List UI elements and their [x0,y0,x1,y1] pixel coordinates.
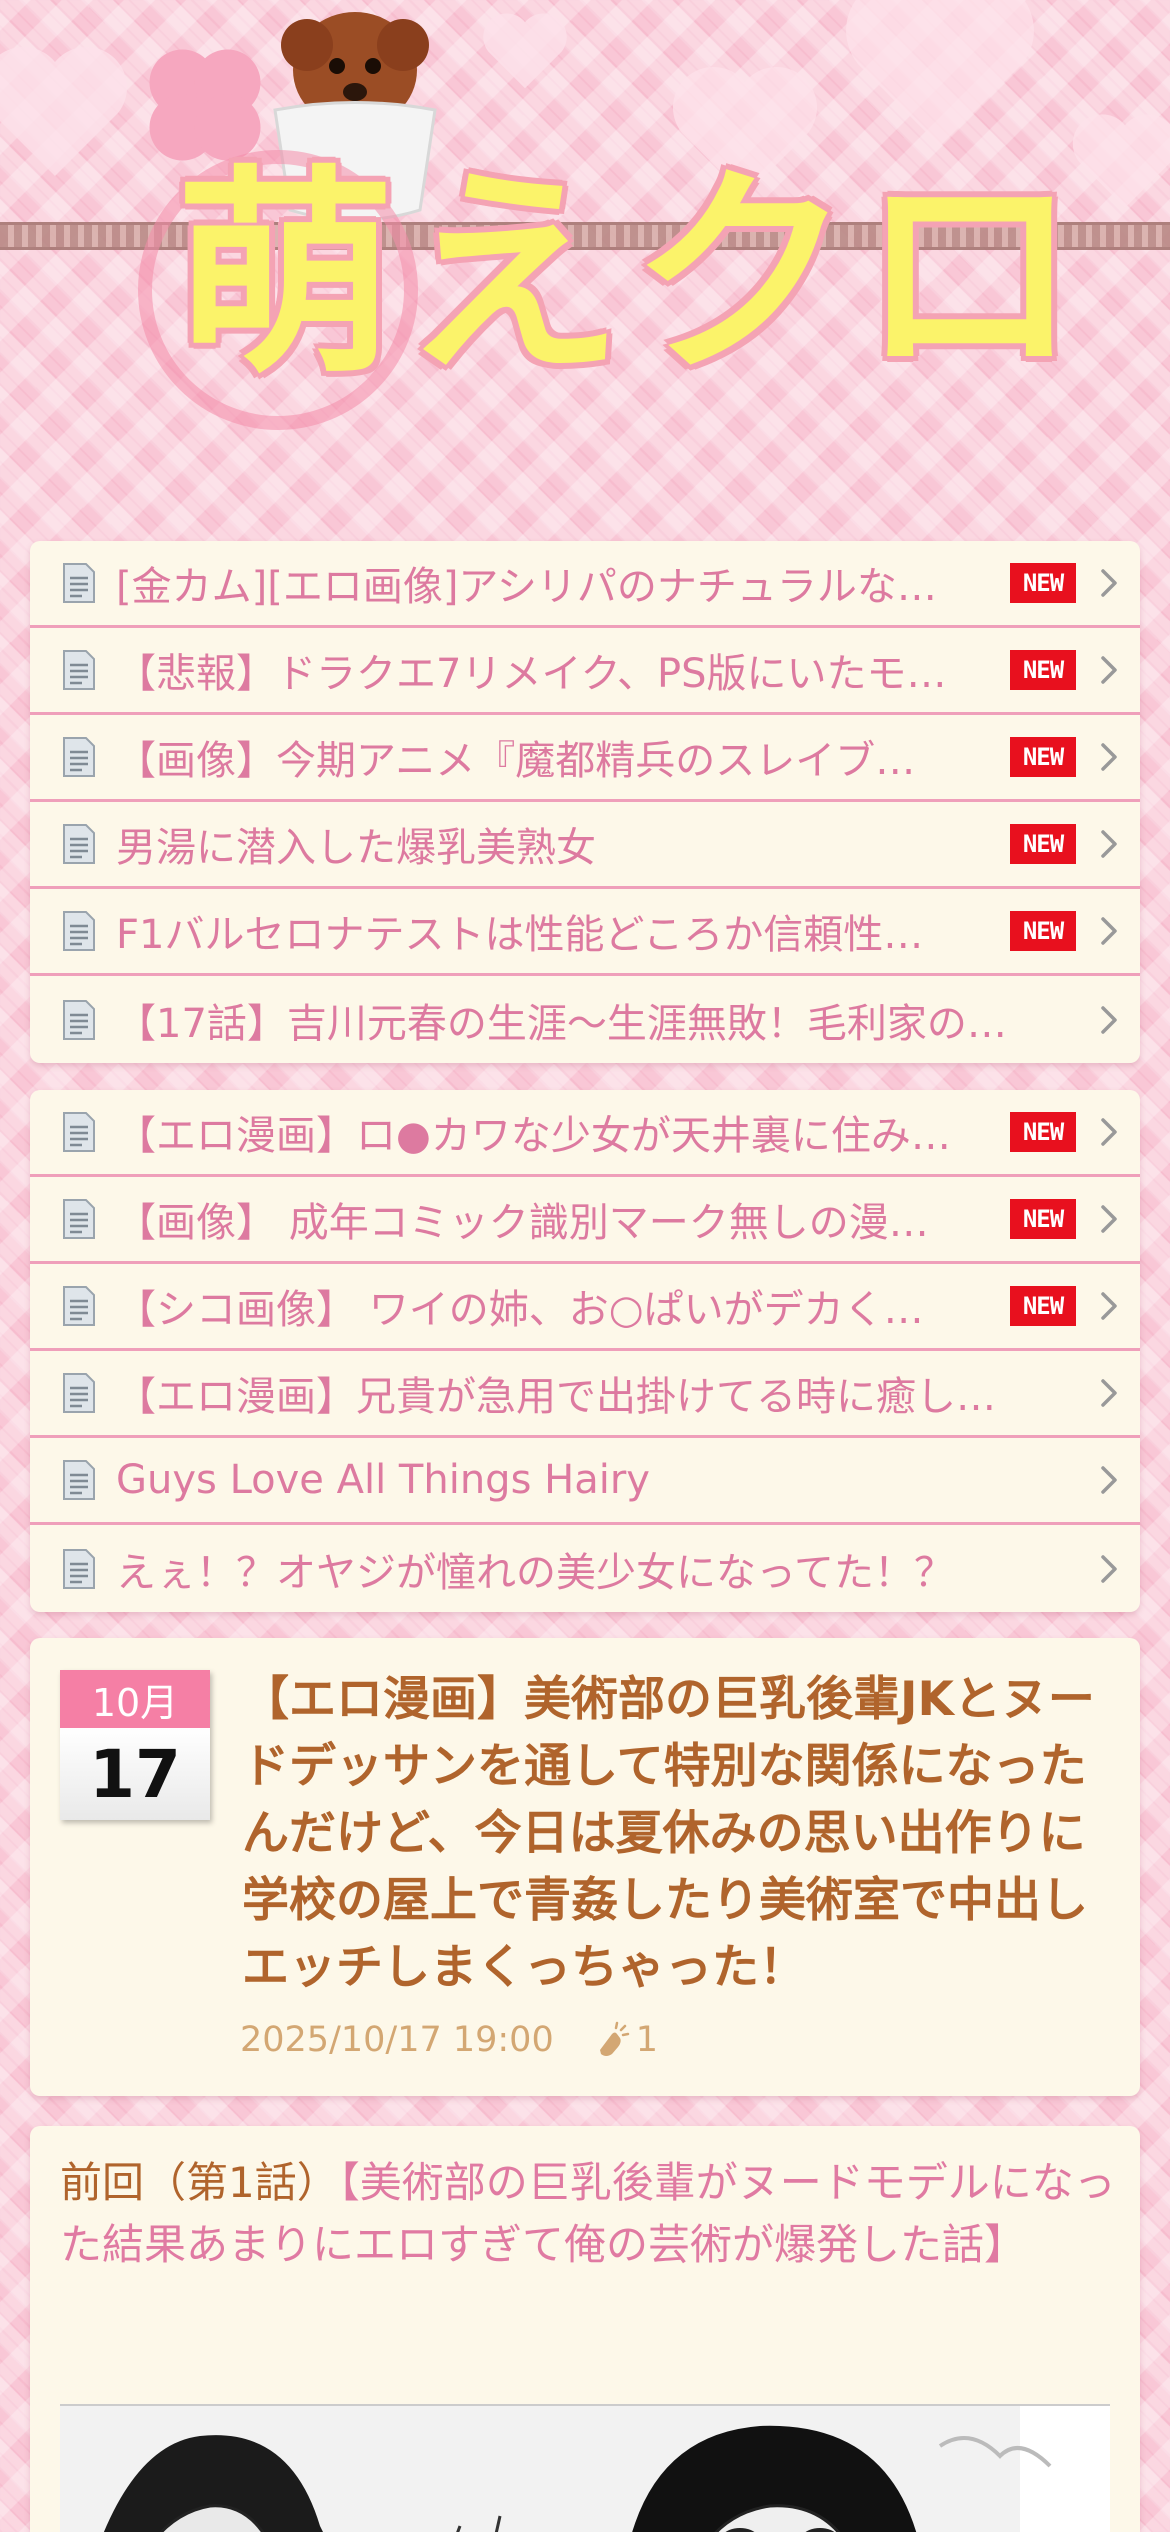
chevron-right-icon [1101,1554,1117,1583]
list-item-label: えぇ！？オヤジが憧れの美少女になってた！？ [116,1549,954,1596]
date-badge: 10月 17 [60,1670,210,1820]
list-item[interactable]: 【エロ漫画】兄貴が急用で出掛けてる時に癒し… [30,1351,1140,1438]
chevron-right-icon [1101,917,1117,945]
related-sites-list: 【エロ漫画】ロ●カワな少女が天井裏に住み… NEW 【画像】 成年コミック識別マーク… [30,1090,1140,1612]
list-item[interactable]: えぇ！？オヤジが憧れの美少女になってた！？ [30,1525,1140,1612]
chevron-right-icon [1101,1205,1117,1233]
previous-episode-prefix: 前回（第1話） [60,2158,339,2207]
chevron-right-icon [1101,1005,1117,1034]
new-badge: NEW [1010,650,1076,690]
clap-icon[interactable] [590,2020,630,2060]
list-item-label: F1バルセロナテストは性能どころか信頼性… [116,912,924,958]
clap-count: 1 [635,2020,658,2060]
document-icon [63,1373,95,1413]
document-icon [63,1286,95,1326]
list-item[interactable]: 【画像】 成年コミック識別マーク無しの漫… NEW [30,1177,1140,1264]
new-badge: NEW [1010,563,1076,603]
list-item[interactable]: [金カム][エロ画像]アシリパのナチュラルな… NEW [30,541,1140,628]
document-icon [63,1548,95,1589]
list-item-label: 【エロ漫画】兄貴が急用で出掛けてる時に癒し… [116,1374,996,1420]
list-item[interactable]: 【画像】今期アニメ『魔都精兵のスレイブ… NEW [30,715,1140,802]
document-icon [63,737,95,777]
chevron-right-icon [1101,569,1117,597]
new-badge: NEW [1010,824,1076,864]
article-datetime: 2025/10/17 19:00 [240,2020,554,2060]
site-header: 萌えクロ [0,0,1170,540]
manga-art [60,2406,1110,2532]
new-badge: NEW [1010,1286,1076,1326]
chevron-right-icon [1101,1379,1117,1407]
document-icon [63,824,95,864]
list-item[interactable]: Guys Love All Things Hairy [30,1438,1140,1525]
list-item-label: 【17話】吉川元春の生涯〜生涯無敗！毛利家の… [116,1000,1007,1047]
list-item-label: 【画像】 成年コミック識別マーク無しの漫… [116,1200,929,1246]
list-item-label: 【悲報】ドラクエ7リメイク、PS版にいたモ… [116,651,947,697]
list-item-label: [金カム][エロ画像]アシリパのナチュラルな… [116,564,937,610]
recent-posts-list: [金カム][エロ画像]アシリパのナチュラルな… NEW 【悲報】ドラクエ7リメイク、… [30,541,1140,1063]
document-icon [63,911,95,951]
chevron-right-icon [1101,656,1117,684]
document-icon [63,563,95,603]
document-icon [63,999,95,1040]
article-body: 前回（第1話）【美術部の巨乳後輩がヌードモデルになった結果あまりにエロすぎて俺の… [30,2126,1140,2532]
new-badge: NEW [1010,1199,1076,1239]
list-item-label: Guys Love All Things Hairy [116,1457,650,1503]
chevron-right-icon [1101,830,1117,858]
list-item[interactable]: 【悲報】ドラクエ7リメイク、PS版にいたモ… NEW [30,628,1140,715]
manga-image [60,2404,1110,2532]
list-item[interactable]: 【シコ画像】 ワイの姉、お○ぱいがデカく… NEW [30,1264,1140,1351]
article-title: 【エロ漫画】美術部の巨乳後輩JKとヌードデッサンを通して特別な関係になったんだけ… [242,1672,1095,1995]
document-icon [63,1460,95,1500]
article-header: 10月 17 【エロ漫画】美術部の巨乳後輩JKとヌードデッサンを通して特別な関係… [30,1638,1140,2096]
document-icon [63,1199,95,1239]
list-item[interactable]: 【17話】吉川元春の生涯〜生涯無敗！毛利家の… [30,976,1140,1063]
chevron-right-icon [1101,743,1117,771]
previous-episode-text: 前回（第1話）【美術部の巨乳後輩がヌードモデルになった結果あまりにエロすぎて俺の… [60,2152,1120,2276]
list-item[interactable]: 【エロ漫画】ロ●カワな少女が天井裏に住み… NEW [30,1090,1140,1177]
heart-decoration-icon [0,46,128,176]
list-item-label: 【シコ画像】 ワイの姉、お○ぱいがデカく… [116,1287,924,1333]
date-day: 17 [60,1728,210,1820]
list-item[interactable]: F1バルセロナテストは性能どころか信頼性… NEW [30,889,1140,976]
list-item[interactable]: 男湯に潜入した爆乳美熟女 NEW [30,802,1140,889]
chevron-right-icon [1101,1292,1117,1320]
heart-decoration-icon [846,0,1034,147]
chevron-right-icon [1101,1118,1117,1146]
list-item-label: 【エロ漫画】ロ●カワな少女が天井裏に住み… [116,1113,951,1159]
list-item-label: 【画像】今期アニメ『魔都精兵のスレイブ… [116,738,916,784]
site-logo[interactable]: 萌えクロ [175,165,1087,385]
new-badge: NEW [1010,737,1076,777]
new-badge: NEW [1010,911,1076,951]
list-item-label: 男湯に潜入した爆乳美熟女 [116,825,596,871]
chevron-right-icon [1101,1466,1117,1494]
heart-decoration-icon [483,13,567,89]
document-icon [63,1112,95,1152]
date-month: 10月 [60,1670,210,1728]
new-badge: NEW [1010,1112,1076,1152]
document-icon [63,650,95,690]
article-meta: 2025/10/17 19:00 1 [240,2020,658,2060]
